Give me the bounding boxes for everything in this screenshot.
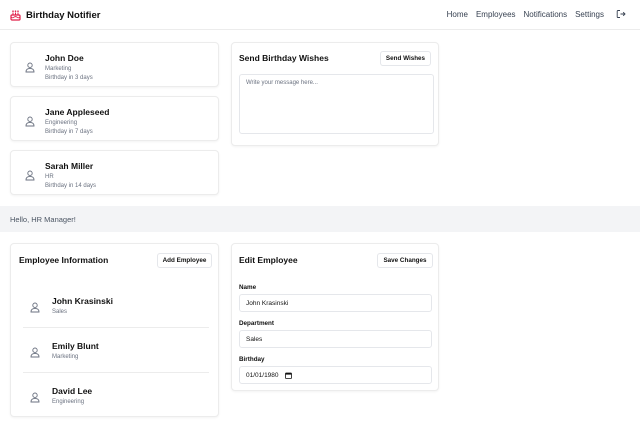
message-textarea[interactable] [239,74,434,134]
main-nav: Home Employees Notifications Settings [447,9,626,19]
send-wishes-card: Send Birthday Wishes Send Wishes [231,42,439,146]
divider [23,327,209,328]
calendar-icon[interactable] [284,372,292,379]
name-label: Name [239,284,257,291]
cake-icon [10,9,21,21]
employee-name: John Krasinski [52,296,113,306]
add-employee-button[interactable]: Add Employee [157,253,212,268]
app-title: Birthday Notifier [26,9,101,21]
employee-information-title: Employee Information [19,255,109,265]
nav-settings-link[interactable]: Settings [575,10,604,19]
employee-list-item[interactable]: David Lee Engineering [11,377,220,417]
birthday-date-field[interactable]: 01/01/1980 [239,366,432,384]
user-icon [30,300,40,313]
employee-department: Marketing [52,354,79,360]
top-nav-bar: Birthday Notifier Home Employees Notific… [0,0,640,30]
employee-information-card: Employee Information Add Employee John K… [10,243,219,417]
nav-home-link[interactable]: Home [447,10,468,19]
employee-name: Jane Appleseed [45,107,110,117]
send-wishes-title: Send Birthday Wishes [239,53,329,63]
employee-department: Sales [52,309,68,315]
employee-department: Marketing [45,66,72,72]
send-wishes-button[interactable]: Send Wishes [380,51,431,66]
birthday-label: Birthday [239,356,265,363]
edit-employee-title: Edit Employee [239,255,298,265]
department-label: Department [239,320,274,327]
greeting-text: Hello, HR Manager! [10,215,76,224]
employee-name: John Doe [45,53,84,63]
name-field-value: John Krasinski [246,299,289,307]
employee-department: Engineering [45,120,78,126]
employee-list-item[interactable]: Emily Blunt Marketing [11,332,220,372]
employee-name: Sarah Miller [45,161,94,171]
user-icon [25,60,35,73]
name-field[interactable]: John Krasinski [239,294,432,312]
save-changes-button[interactable]: Save Changes [377,253,433,268]
employee-name: Emily Blunt [52,341,99,351]
nav-employees-link[interactable]: Employees [476,10,516,19]
upcoming-birthday-card[interactable]: Jane Appleseed Engineering Birthday in 7… [10,96,219,141]
employee-list-item[interactable]: John Krasinski Sales [11,287,220,327]
user-icon [30,345,40,358]
user-icon [30,390,40,403]
department-field[interactable]: Sales [239,330,432,348]
birthday-countdown: Birthday in 3 days [45,75,93,81]
employee-department: HR [45,174,54,180]
brand[interactable]: Birthday Notifier [10,8,100,22]
employee-name: David Lee [52,386,93,396]
employee-department: Engineering [52,399,85,405]
greeting-bar: Hello, HR Manager! [0,206,640,232]
edit-employee-card: Edit Employee Save Changes Name John Kra… [231,243,439,391]
birthday-countdown: Birthday in 14 days [45,183,97,189]
user-icon [25,168,35,181]
birthday-field-value: 01/01/1980 [246,371,279,379]
upcoming-birthday-card[interactable]: John Doe Marketing Birthday in 3 days [10,42,219,87]
user-icon [25,114,35,127]
upcoming-birthday-card[interactable]: Sarah Miller HR Birthday in 14 days [10,150,219,195]
birthday-countdown: Birthday in 7 days [45,129,93,135]
nav-notifications-link[interactable]: Notifications [524,10,568,19]
divider [23,372,209,373]
logout-icon[interactable] [616,9,626,19]
department-field-value: Sales [246,335,263,343]
